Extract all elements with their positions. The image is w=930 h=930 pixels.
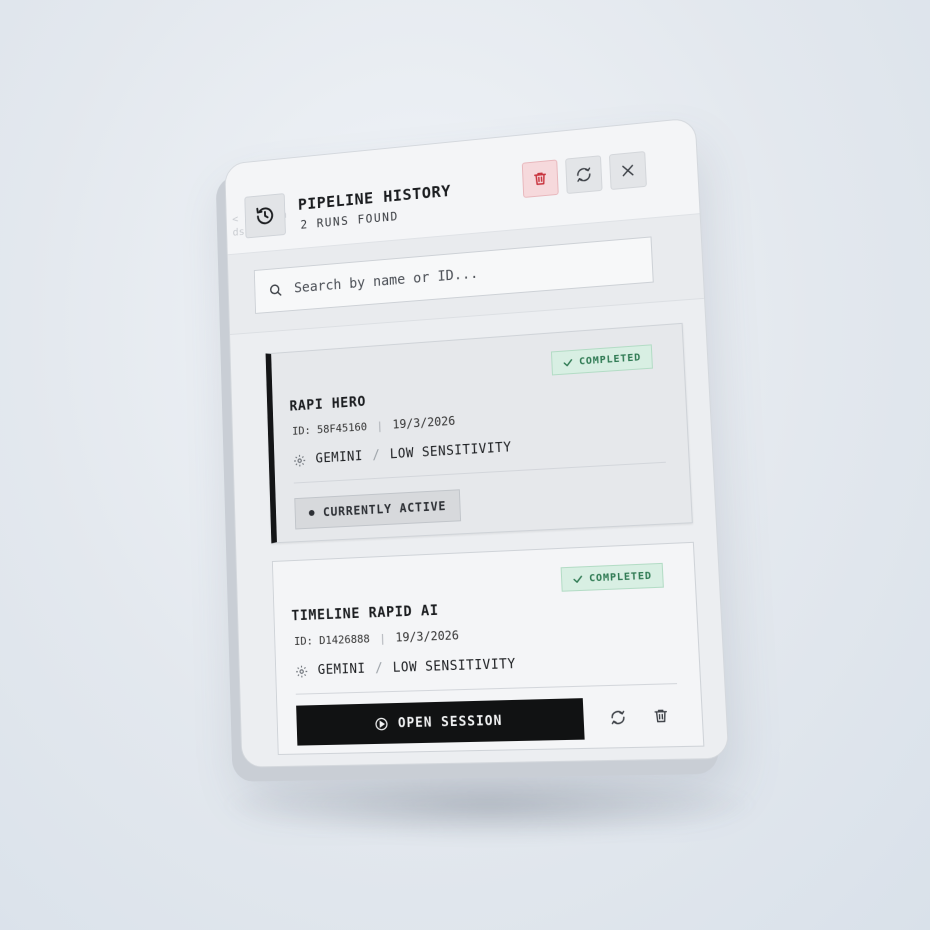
scene: < Chauhan ds PIPELINE HISTORY 2 RUNS FOU… [0, 0, 930, 930]
trash-icon [652, 707, 669, 724]
refresh-button[interactable] [565, 155, 603, 195]
rerun-button[interactable] [601, 701, 633, 733]
open-session-button[interactable]: OPEN SESSION [296, 698, 585, 746]
active-dot-icon [308, 509, 315, 517]
page-title: PIPELINE HISTORY [297, 181, 452, 214]
run-id: ID: D1426888 [293, 631, 370, 648]
check-icon [562, 356, 574, 368]
delete-all-button[interactable] [521, 159, 559, 199]
refresh-icon [608, 708, 626, 726]
history-icon-button[interactable] [244, 193, 286, 239]
runs-count: 2 RUNS FOUND [300, 209, 399, 232]
provider-separator: / [372, 448, 381, 464]
run-name: TIMELINE RAPID AI [291, 602, 439, 625]
run-meta: ID: 58F45160 | 19/3/2026 [292, 414, 456, 438]
sensitivity-level: LOW SENSITIVITY [392, 656, 517, 676]
run-name: RAPI HERO [289, 393, 367, 415]
gear-icon [293, 453, 307, 467]
sensitivity-level: LOW SENSITIVITY [389, 440, 512, 463]
card-divider [293, 461, 666, 484]
run-provider: GEMINI / LOW SENSITIVITY [293, 440, 512, 468]
pipeline-history-panel: < Chauhan ds PIPELINE HISTORY 2 RUNS FOU… [224, 117, 730, 768]
run-card-active[interactable]: COMPLETED RAPI HERO ID: 58F45160 | 19/3/… [265, 322, 693, 544]
provider-name: GEMINI [317, 661, 366, 679]
run-meta: ID: D1426888 | 19/3/2026 [294, 628, 459, 648]
run-date: 19/3/2026 [395, 628, 460, 645]
refresh-icon [574, 165, 593, 184]
provider-separator: / [374, 661, 384, 677]
card-divider [295, 683, 678, 695]
search-field[interactable] [253, 236, 654, 314]
provider-name: GEMINI [315, 449, 364, 467]
currently-active-badge: CURRENTLY ACTIVE [294, 489, 462, 530]
run-card[interactable]: COMPLETED TIMELINE RAPID AI ID: D1426888… [271, 541, 705, 756]
meta-separator: | [379, 631, 386, 645]
search-icon [268, 282, 283, 298]
close-button[interactable] [608, 151, 647, 191]
check-icon [572, 573, 584, 585]
history-icon [255, 204, 276, 227]
trash-icon [532, 170, 548, 187]
gear-icon [295, 664, 309, 678]
search-input[interactable] [293, 253, 624, 297]
runs-list: COMPLETED RAPI HERO ID: 58F45160 | 19/3/… [230, 298, 729, 768]
run-id: ID: 58F45160 [291, 419, 368, 438]
close-icon [619, 162, 636, 179]
meta-separator: | [376, 418, 384, 433]
status-badge: COMPLETED [550, 344, 653, 376]
run-date: 19/3/2026 [392, 413, 456, 432]
play-circle-icon [373, 716, 388, 731]
status-badge: COMPLETED [560, 562, 664, 592]
run-provider: GEMINI / LOW SENSITIVITY [295, 657, 516, 679]
delete-run-button[interactable] [645, 700, 678, 732]
